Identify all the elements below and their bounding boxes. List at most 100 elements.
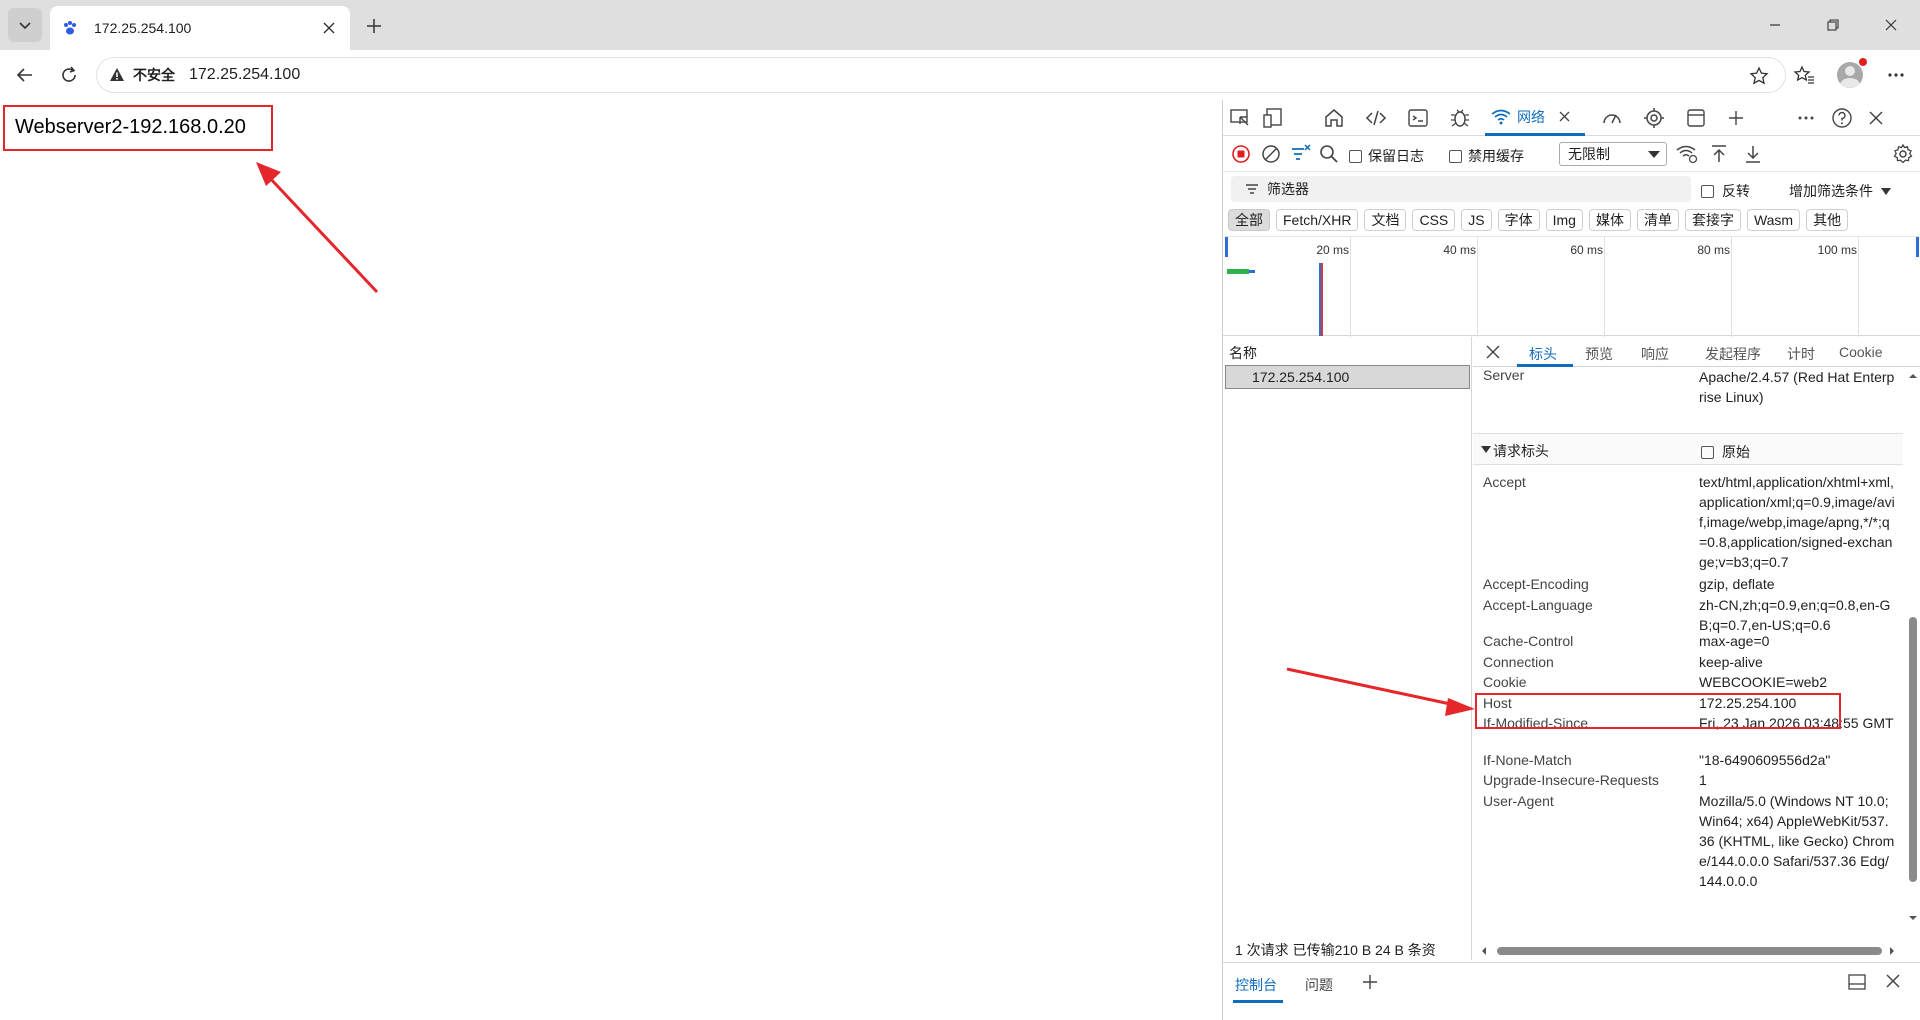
search-icon[interactable] [1317, 142, 1341, 166]
refresh-button[interactable] [52, 59, 86, 91]
add-tool-plus-icon[interactable] [1723, 105, 1749, 131]
tab-cookies[interactable]: Cookie [1839, 344, 1883, 360]
section-title: 请求标头 [1493, 443, 1549, 459]
application-panel-icon[interactable] [1683, 105, 1709, 131]
memory-chip-icon[interactable] [1641, 105, 1667, 131]
more-tools-icon[interactable] [1793, 105, 1819, 131]
new-tab-button[interactable] [358, 10, 390, 42]
console-icon[interactable] [1405, 105, 1431, 131]
type-filter-chip[interactable]: Wasm [1746, 209, 1801, 231]
browser-tab[interactable]: 172.25.254.100 [50, 6, 350, 50]
security-label[interactable]: 不安全 [133, 65, 175, 85]
header-name: Connection [1483, 654, 1554, 670]
type-filter-chip[interactable]: 清单 [1636, 209, 1679, 231]
tab-actions-button[interactable] [8, 8, 42, 42]
disable-cache-checkbox[interactable]: 禁用缓存 [1449, 146, 1524, 166]
preserve-log-checkbox[interactable]: 保留日志 [1349, 146, 1424, 166]
drawer-tab-console[interactable]: 控制台 [1235, 975, 1277, 995]
filter-toggle-icon[interactable] [1289, 142, 1313, 166]
checkbox-box[interactable] [1449, 149, 1462, 163]
type-filter-chip[interactable]: 媒体 [1588, 209, 1631, 231]
add-drawer-tab-plus-icon[interactable] [1361, 973, 1379, 991]
close-detail-icon[interactable] [1483, 342, 1503, 362]
record-stop-icon[interactable] [1229, 142, 1253, 166]
type-filter-chip[interactable]: 文档 [1364, 209, 1407, 231]
type-filter-chip[interactable]: 全部 [1228, 209, 1270, 231]
throttle-select[interactable]: 无限制 [1559, 142, 1667, 166]
tab-response[interactable]: 响应 [1641, 344, 1669, 364]
more-filters-dropdown[interactable]: 增加筛选条件 [1789, 181, 1891, 201]
scrollbar-thumb[interactable] [1909, 617, 1917, 882]
scroll-down-arrow-icon[interactable] [1905, 913, 1920, 923]
close-tab-icon[interactable] [318, 17, 340, 39]
checkbox-box[interactable] [1701, 184, 1714, 198]
export-har-icon[interactable] [1741, 142, 1765, 166]
checkbox-box[interactable] [1349, 149, 1362, 163]
scroll-up-arrow-icon[interactable] [1905, 371, 1920, 381]
type-filter-chip[interactable]: Img [1545, 209, 1583, 231]
favorite-star-icon[interactable] [1747, 64, 1771, 88]
type-filter-chip[interactable]: 字体 [1497, 209, 1540, 231]
close-devtools-icon[interactable] [1863, 105, 1889, 131]
avatar [1837, 62, 1863, 88]
warning-icon[interactable] [109, 67, 125, 83]
sources-bug-icon[interactable] [1447, 105, 1473, 131]
drawer-tab-issues[interactable]: 问题 [1305, 975, 1333, 995]
horizontal-scrollbar[interactable] [1473, 942, 1903, 960]
raw-checkbox[interactable]: 原始 [1701, 442, 1750, 462]
profile-button[interactable] [1834, 58, 1867, 91]
scrollbar-thumb[interactable] [1497, 947, 1882, 955]
url-text[interactable]: 172.25.254.100 [189, 66, 300, 84]
request-row[interactable]: 172.25.254.100 [1225, 365, 1470, 389]
tab-timing[interactable]: 计时 [1787, 344, 1815, 364]
annotation-box-cookie [1475, 693, 1841, 729]
dock-drawer-icon[interactable] [1847, 973, 1867, 991]
performance-gauge-icon[interactable] [1599, 105, 1625, 131]
type-filter-chip[interactable]: 其他 [1806, 209, 1849, 231]
header-value: Apache/2.4.57 (Red Hat Enterprise Linux) [1699, 369, 1895, 405]
overview-end-handle[interactable] [1916, 237, 1919, 257]
elements-code-icon[interactable] [1363, 105, 1389, 131]
name-column-header[interactable]: 名称 [1223, 337, 1472, 363]
tab-initiator[interactable]: 发起程序 [1705, 344, 1761, 364]
restore-button[interactable] [1804, 0, 1862, 50]
invert-checkbox[interactable]: 反转 [1701, 181, 1750, 201]
more-menu-button[interactable] [1880, 59, 1912, 91]
filter-funnel-icon [1245, 183, 1259, 195]
network-conditions-icon[interactable] [1675, 142, 1699, 166]
network-toolbar: 保留日志 禁用缓存 无限制 [1223, 136, 1920, 172]
network-overview-timeline[interactable]: 20 ms 40 ms 60 ms 80 ms 100 ms [1223, 236, 1920, 337]
close-drawer-icon[interactable] [1885, 973, 1901, 989]
settings-gear-icon[interactable] [1891, 142, 1915, 166]
favorites-button[interactable] [1788, 59, 1820, 91]
overview-start-handle[interactable] [1225, 237, 1228, 257]
inspect-element-icon[interactable] [1227, 105, 1253, 131]
minimize-button[interactable] [1746, 0, 1804, 50]
filter-placeholder: 筛选器 [1267, 181, 1309, 197]
tab-title: 172.25.254.100 [94, 20, 192, 36]
request-headers-section[interactable]: 请求标头 原始 [1473, 433, 1903, 465]
close-network-tab-icon[interactable] [1559, 111, 1570, 122]
type-filter-chip[interactable]: Fetch/XHR [1276, 209, 1359, 231]
type-filter-chip[interactable]: 套接字 [1684, 209, 1741, 231]
address-bar[interactable]: 不安全 172.25.254.100 [96, 57, 1786, 93]
clear-log-icon[interactable] [1259, 142, 1283, 166]
tab-preview[interactable]: 预览 [1585, 344, 1613, 364]
header-value: "18-6490609556d2a" [1699, 752, 1831, 768]
help-icon[interactable] [1829, 105, 1855, 131]
scroll-right-arrow-icon[interactable] [1887, 943, 1897, 959]
vertical-scrollbar[interactable] [1905, 367, 1920, 927]
welcome-home-icon[interactable] [1321, 105, 1347, 131]
checkbox-box[interactable] [1701, 445, 1714, 459]
tab-network[interactable]: 网络 [1485, 100, 1585, 136]
scroll-left-arrow-icon[interactable] [1479, 943, 1489, 959]
import-har-icon[interactable] [1707, 142, 1731, 166]
grid-line [1604, 237, 1605, 337]
device-emulation-icon[interactable] [1261, 105, 1287, 131]
back-button[interactable] [8, 59, 42, 91]
tab-headers[interactable]: 标头 [1529, 344, 1557, 364]
type-filter-chip[interactable]: JS [1461, 209, 1492, 231]
filter-input[interactable]: 筛选器 [1231, 176, 1691, 202]
type-filter-chip[interactable]: CSS [1412, 209, 1456, 231]
close-window-button[interactable] [1862, 0, 1920, 50]
